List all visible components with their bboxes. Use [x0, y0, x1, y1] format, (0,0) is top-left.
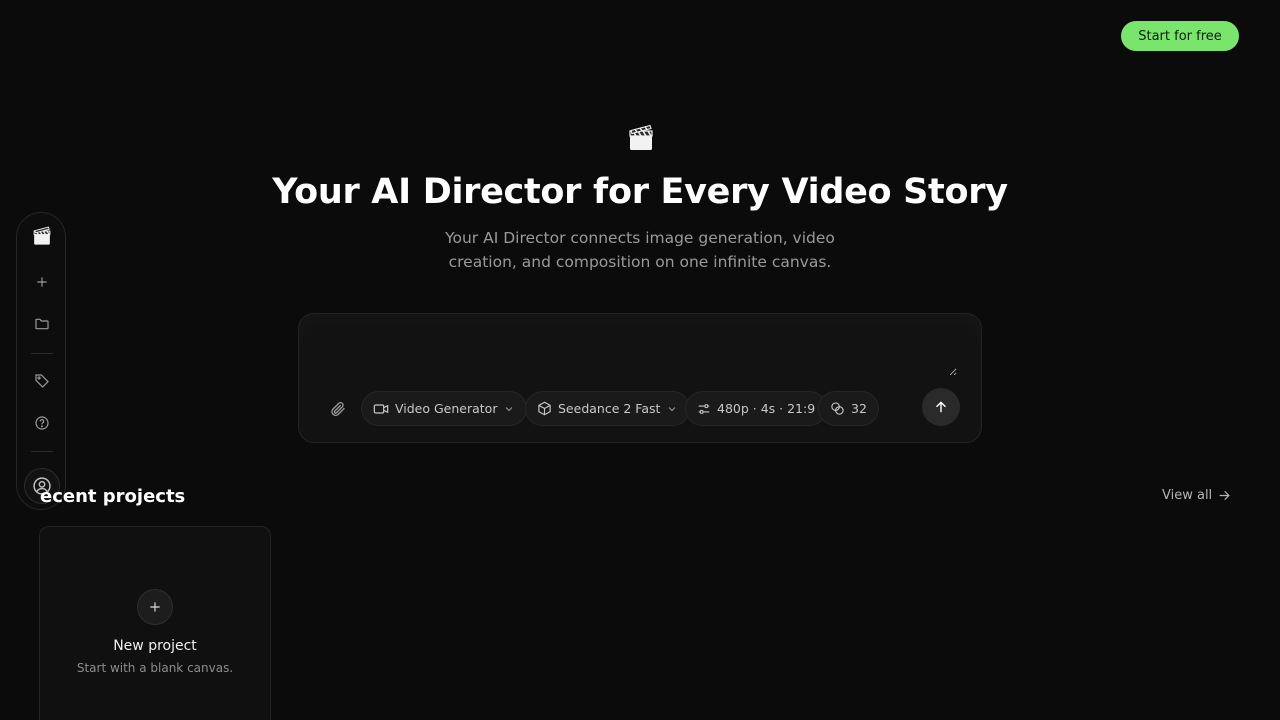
plus-icon[interactable]: [32, 272, 52, 292]
new-project-subtitle: Start with a blank canvas.: [76, 661, 234, 675]
new-project-card[interactable]: New project Start with a blank canvas.: [39, 526, 271, 720]
arrow-up-icon: [936, 401, 946, 413]
tag-icon[interactable]: [32, 371, 52, 391]
help-circle-icon[interactable]: [32, 413, 52, 433]
cube-icon: [538, 401, 551, 416]
video-settings-label: 480p · 4s · 21:9: [717, 401, 816, 416]
sidebar-rail: [16, 212, 66, 510]
coins-icon: [831, 402, 844, 415]
video-generator-dropdown[interactable]: Video Generator: [361, 391, 528, 426]
credits-label: 32: [851, 401, 867, 416]
chevron-down-icon: [506, 406, 513, 411]
sliders-icon: [698, 403, 710, 414]
credits-badge[interactable]: 32: [818, 391, 879, 426]
hero-subtitle: Your AI Director connects image generati…: [445, 229, 835, 271]
hero-title: Your AI Director for Every Video Story: [272, 172, 1008, 212]
prompt-composer: Video Generator Seedance 2 Fast 480p · 4…: [298, 313, 982, 443]
video-camera-icon: [373, 403, 389, 414]
view-all-link[interactable]: View all: [1162, 488, 1231, 503]
chevron-down-icon: [669, 406, 676, 411]
model-dropdown[interactable]: Seedance 2 Fast: [525, 391, 691, 426]
arrow-right-icon: [1219, 491, 1230, 500]
folder-icon[interactable]: [32, 314, 52, 334]
view-all-label: View all: [1162, 488, 1213, 503]
sidebar-divider: [31, 353, 53, 354]
clapperboard-icon: [628, 124, 654, 152]
prompt-input[interactable]: [317, 326, 957, 376]
sidebar-divider: [31, 451, 53, 452]
paperclip-icon[interactable]: [329, 400, 347, 418]
model-label: Seedance 2 Fast: [558, 401, 661, 416]
video-generator-label: Video Generator: [395, 401, 498, 416]
video-settings-button[interactable]: 480p · 4s · 21:9: [685, 391, 828, 426]
recent-projects-title: ecent projects: [40, 486, 186, 507]
clapperboard-icon[interactable]: [32, 226, 52, 246]
plus-icon: [137, 589, 173, 625]
new-project-title: New project: [113, 638, 197, 654]
start-for-free-button[interactable]: Start for free: [1121, 21, 1239, 51]
send-button[interactable]: [922, 388, 960, 426]
